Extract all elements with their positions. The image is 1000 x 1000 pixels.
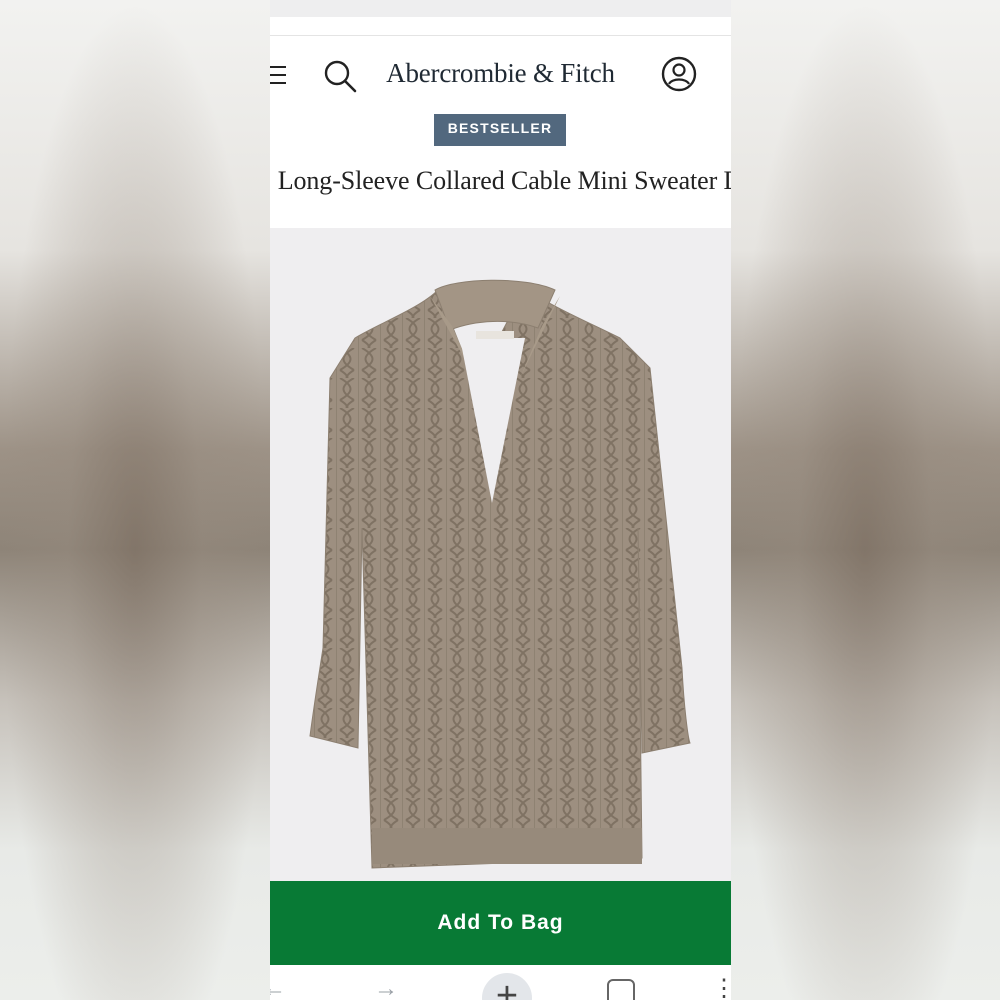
browser-url-strip <box>270 0 731 17</box>
forward-icon[interactable]: → <box>374 977 398 1000</box>
back-icon[interactable]: ← <box>270 977 286 1000</box>
product-image[interactable] <box>270 228 731 881</box>
site-header: Abercrombie & Fitch <box>270 50 731 100</box>
sweater-dress-image <box>309 279 691 869</box>
phone-screen: Abercrombie & Fitch BESTSELLER Long-Slee… <box>270 0 731 1000</box>
product-title: Long-Sleeve Collared Cable Mini Sweater … <box>277 166 731 195</box>
add-to-bag-button[interactable]: Add To Bag <box>270 881 731 965</box>
product-title-container: Long-Sleeve Collared Cable Mini Sweater … <box>270 160 731 205</box>
blurred-background-left <box>0 0 270 1000</box>
new-tab-icon[interactable]: + <box>482 973 532 1000</box>
more-icon[interactable]: ⋮ <box>712 977 731 1000</box>
tabs-icon[interactable] <box>607 979 635 1000</box>
account-icon[interactable] <box>659 54 699 94</box>
bestseller-badge: BESTSELLER <box>434 114 566 146</box>
browser-bottom-bar: ← → + ⋮ <box>270 965 731 1000</box>
blurred-background-right <box>730 0 1000 1000</box>
header-divider <box>270 35 731 36</box>
